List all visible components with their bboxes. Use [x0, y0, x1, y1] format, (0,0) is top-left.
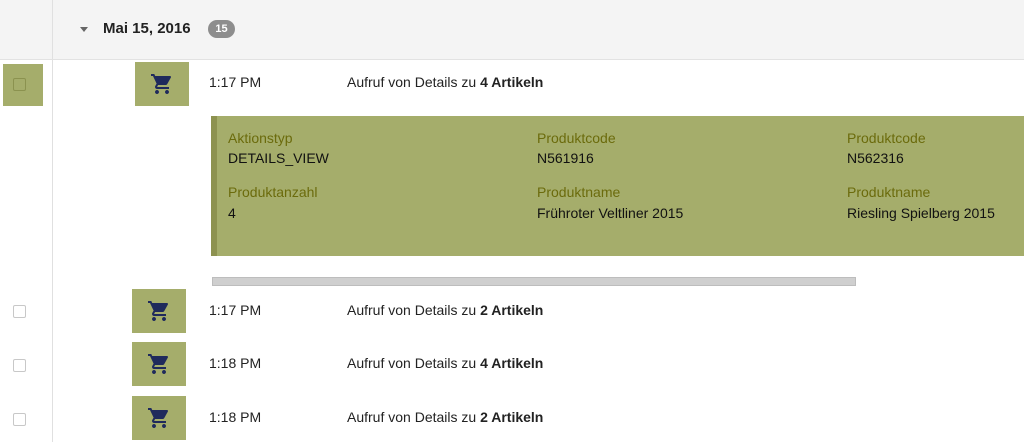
collapse-caret-icon[interactable]	[80, 27, 88, 32]
row-checkbox[interactable]	[13, 305, 26, 318]
event-icon-tile	[132, 289, 186, 333]
event-description[interactable]: Aufruf von Details zu 2 Artikeln	[347, 409, 543, 425]
event-description[interactable]: Aufruf von Details zu 4 Artikeln	[347, 74, 543, 90]
row-checkbox[interactable]	[13, 413, 26, 426]
event-icon-tile	[132, 342, 186, 386]
horizontal-scrollbar[interactable]	[212, 277, 856, 286]
cart-icon	[148, 354, 169, 374]
product-count-label: Produktanzahl	[228, 184, 318, 200]
cart-icon	[148, 408, 169, 428]
row-checkbox[interactable]	[13, 78, 26, 91]
product-code-label: Produktcode	[537, 130, 616, 146]
product-code-value: N562316	[847, 150, 904, 166]
event-time: 1:18 PM	[209, 409, 262, 425]
event-description[interactable]: Aufruf von Details zu 4 Artikeln	[347, 355, 543, 371]
product-name-value: Frühroter Veltliner 2015	[537, 205, 684, 221]
product-name-value: Riesling Spielberg 2015	[847, 205, 995, 221]
product-code-label: Produktcode	[847, 130, 926, 146]
event-icon-tile	[135, 62, 189, 106]
action-type-label: Aktionstyp	[228, 130, 293, 146]
group-date: Mai 15, 2016	[103, 20, 191, 37]
product-code-value: N561916	[537, 150, 594, 166]
group-header[interactable]: Mai 15, 2016 15	[0, 0, 1024, 60]
cart-icon	[151, 74, 172, 94]
event-time: 1:17 PM	[209, 74, 262, 90]
event-details-panel: Aktionstyp DETAILS_VIEW Produktanzahl 4 …	[211, 116, 1024, 256]
event-time: 1:18 PM	[209, 355, 262, 371]
product-count-value: 4	[228, 205, 236, 221]
cart-icon	[148, 301, 169, 321]
event-time: 1:17 PM	[209, 302, 262, 318]
product-name-label: Produktname	[847, 184, 931, 200]
event-description[interactable]: Aufruf von Details zu 2 Artikeln	[347, 302, 543, 318]
action-type-value: DETAILS_VIEW	[228, 150, 329, 166]
product-name-label: Produktname	[537, 184, 621, 200]
event-count-badge: 15	[208, 20, 235, 38]
header-gutter	[0, 0, 53, 59]
row-checkbox[interactable]	[13, 359, 26, 372]
event-icon-tile	[132, 396, 186, 440]
